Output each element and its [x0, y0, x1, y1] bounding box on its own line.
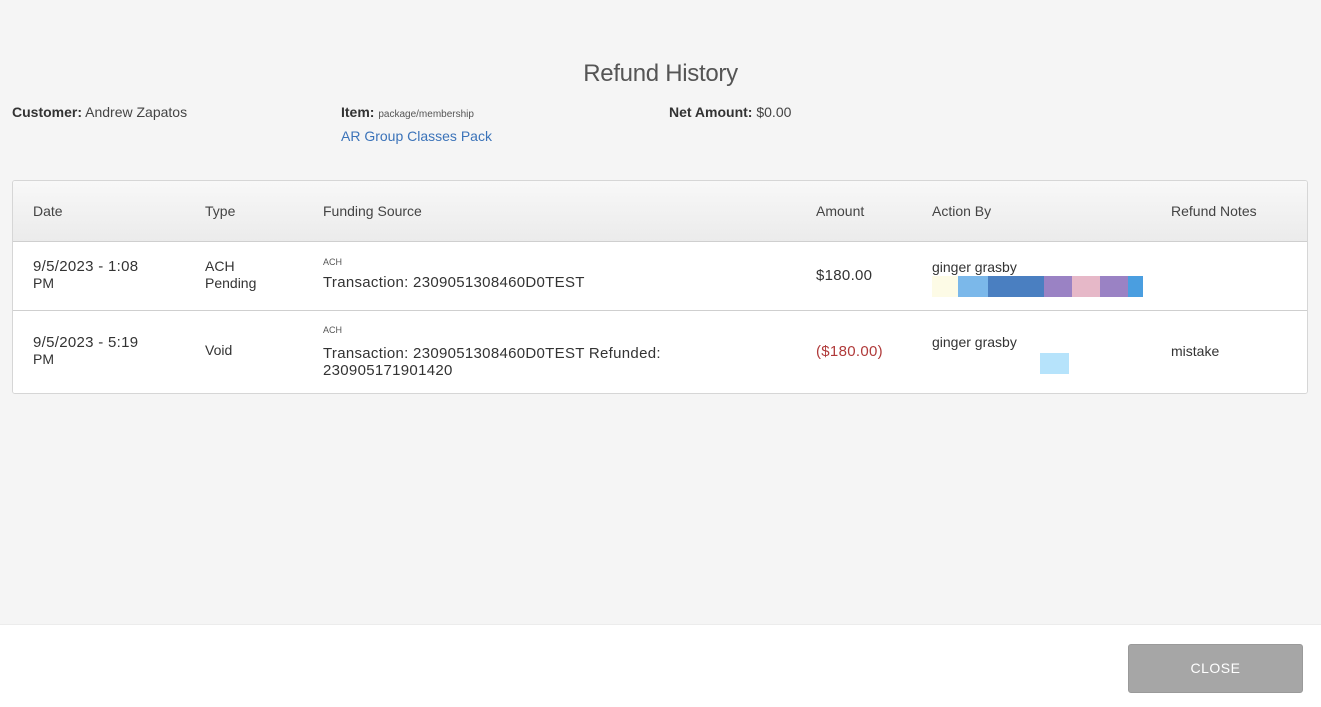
- type-status: Pending: [205, 275, 257, 291]
- type-line: Void: [205, 342, 233, 358]
- item-link[interactable]: AR Group Classes Pack: [341, 128, 492, 144]
- header-action-by: Action By: [932, 203, 992, 219]
- refund-history-modal: Refund History Customer: Andrew Zapatos …: [0, 0, 1321, 707]
- date-line: 9/5/2023 - 1:08: [33, 258, 139, 275]
- row-notes: mistake: [1171, 343, 1220, 359]
- header-type: Type: [205, 203, 236, 219]
- net-amount-summary: Net Amount: $0.00: [669, 104, 791, 120]
- time-period: PM: [33, 351, 54, 367]
- date-line: 9/5/2023 - 5:19: [33, 334, 139, 351]
- transaction-id: Transaction: 2309051308460D0TEST Refunde…: [323, 345, 661, 362]
- table-row: 9/5/2023 - 1:08 PM ACH Pending ACH Trans…: [13, 242, 1307, 311]
- row-date: 9/5/2023 - 5:19 PM: [33, 334, 138, 368]
- color-tag: [1100, 276, 1128, 297]
- table-header: Date Type Funding Source Amount Action B…: [13, 181, 1307, 242]
- header-date: Date: [33, 203, 63, 219]
- modal-title: Refund History: [583, 60, 738, 87]
- action-by-link[interactable]: ginger grasby: [932, 259, 1017, 276]
- refund-history-table: Date Type Funding Source Amount Action B…: [12, 180, 1308, 394]
- color-tag: [988, 276, 1044, 297]
- color-tag: [1128, 276, 1143, 297]
- header-amount: Amount: [816, 203, 865, 219]
- modal-footer: [0, 624, 1321, 707]
- header-refund-notes: Refund Notes: [1171, 203, 1257, 219]
- color-tag: [1044, 276, 1072, 297]
- user-color-tags: [1040, 353, 1069, 374]
- refund-transaction-id: 230905171901420: [323, 362, 453, 379]
- funding-method: ACH: [323, 257, 343, 267]
- type-line: ACH: [205, 258, 235, 274]
- customer-name: Andrew Zapatos: [85, 104, 188, 120]
- item-label: Item:: [341, 104, 375, 120]
- row-date: 9/5/2023 - 1:08 PM: [33, 258, 138, 292]
- row-type: Void: [205, 342, 232, 359]
- item-summary: Item: package/membership: [341, 104, 474, 120]
- customer-label: Customer:: [12, 104, 83, 120]
- customer-summary: Customer: Andrew Zapatos: [12, 104, 187, 120]
- net-amount-value: $0.00: [756, 104, 792, 120]
- row-funding-source: ACH Transaction: 2309051308460D0TEST Ref…: [323, 322, 661, 379]
- funding-method: ACH: [323, 325, 343, 335]
- user-color-tags: [932, 276, 1143, 297]
- row-amount: ($180.00): [816, 343, 883, 360]
- header-funding-source: Funding Source: [323, 203, 422, 219]
- item-type: package/membership: [378, 109, 474, 120]
- modal-body: Refund History Customer: Andrew Zapatos …: [0, 0, 1321, 624]
- net-amount-label: Net Amount:: [669, 104, 753, 120]
- row-amount: $180.00: [816, 267, 873, 284]
- time-period: PM: [33, 275, 54, 291]
- color-tag: [958, 276, 988, 297]
- color-tag: [1072, 276, 1100, 297]
- color-tag: [1040, 353, 1069, 374]
- color-tag: [932, 276, 958, 297]
- row-funding-source: ACH Transaction: 2309051308460D0TEST: [323, 254, 585, 291]
- close-button[interactable]: CLOSE: [1128, 644, 1303, 693]
- action-by-link[interactable]: ginger grasby: [932, 334, 1017, 351]
- transaction-id: Transaction: 2309051308460D0TEST: [323, 274, 585, 291]
- row-type: ACH Pending: [205, 258, 256, 292]
- table-row: 9/5/2023 - 5:19 PM Void ACH Transaction:…: [13, 311, 1307, 393]
